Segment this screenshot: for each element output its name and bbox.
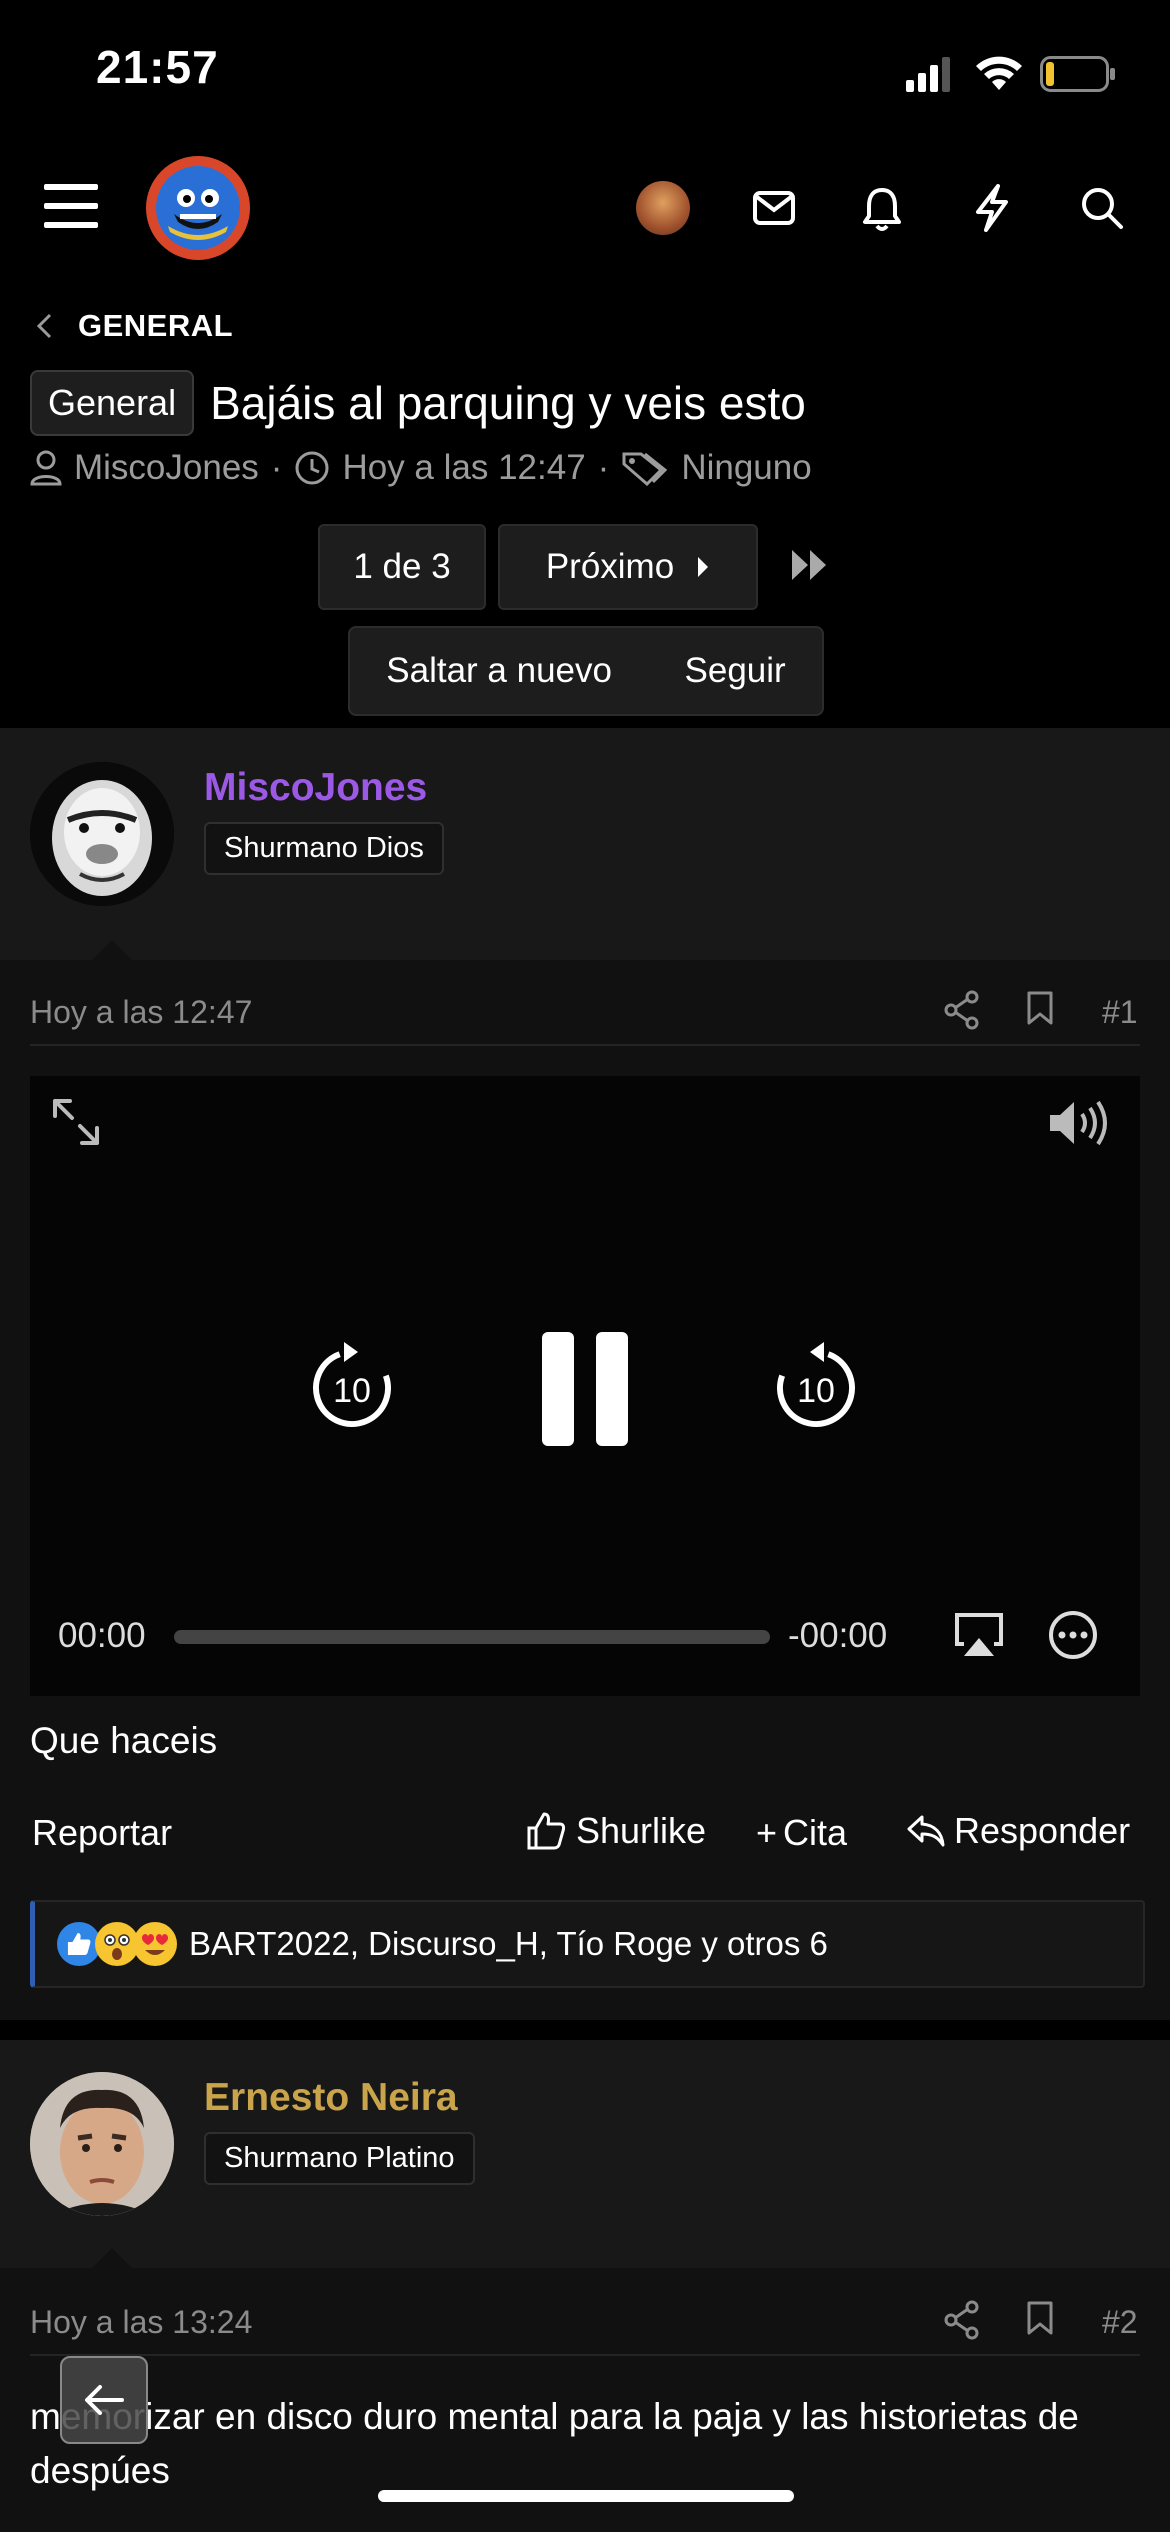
like-button[interactable]: Shurlike [526, 1810, 706, 1852]
quote-button[interactable]: + Cita [756, 1812, 847, 1854]
lightning-icon[interactable] [972, 184, 1012, 232]
jump-new-button[interactable]: Saltar a nuevo [386, 651, 612, 691]
thread-author[interactable]: MiscoJones [74, 448, 259, 488]
post-divider [30, 1044, 1140, 1046]
caret-right-icon [698, 557, 709, 577]
home-indicator [378, 2490, 794, 2502]
arrow-left-icon [85, 2385, 124, 2415]
airplay-icon[interactable] [954, 1612, 1004, 1658]
thread-action-group: Saltar a nuevo Seguir [348, 626, 824, 716]
page-indicator[interactable]: 1 de 3 [318, 524, 486, 610]
bookmark-icon[interactable] [1026, 990, 1054, 1026]
post-date[interactable]: Hoy a las 13:24 [30, 2304, 252, 2341]
thread-tags[interactable]: Ninguno [681, 448, 811, 488]
post-number[interactable]: #2 [1102, 2304, 1138, 2341]
post-divider [30, 2354, 1140, 2356]
plus-icon: + [756, 1812, 778, 1853]
thumbs-up-icon [527, 1812, 566, 1850]
battery-icon [1040, 56, 1116, 92]
reply-button[interactable]: Responder [906, 1810, 1130, 1852]
wifi-icon [974, 54, 1024, 92]
rewind-10-icon[interactable]: 10 [310, 1340, 394, 1430]
thread-meta: MiscoJones · Hoy a las 12:47 · Ninguno [30, 448, 812, 488]
prefix-badge[interactable]: General [30, 370, 195, 436]
like-label: Shurlike [576, 1810, 707, 1851]
bell-icon[interactable] [862, 186, 902, 232]
breadcrumb[interactable]: GENERAL [36, 308, 233, 344]
site-logo[interactable] [146, 156, 250, 260]
post-username[interactable]: MiscoJones [204, 766, 427, 810]
post-content: memorizar en disco duro mental para la p… [30, 2396, 1079, 2491]
thread-title-row: General Bajáis al parquing y veis esto [30, 370, 806, 436]
chevron-left-icon [36, 313, 52, 339]
page-indicator-label: 1 de 3 [353, 547, 451, 586]
follow-button[interactable]: Seguir [685, 651, 786, 691]
reactions-bar[interactable]: BART2022, Discurso_H, Tío Roge y otros 6 [30, 1900, 1145, 1988]
mail-icon[interactable] [752, 190, 796, 226]
user-avatar[interactable] [636, 181, 690, 235]
status-time: 21:57 [96, 41, 219, 93]
search-icon[interactable] [1080, 186, 1124, 230]
post-separator [0, 2020, 1170, 2040]
thread-title: Bajáis al parquing y veis esto [210, 377, 806, 429]
post-date[interactable]: Hoy a las 12:47 [30, 994, 252, 1031]
report-button[interactable]: Reportar [32, 1812, 172, 1854]
more-options-icon[interactable] [1048, 1610, 1098, 1660]
pause-icon[interactable] [540, 1330, 630, 1448]
post-username[interactable]: Ernesto Neira [204, 2076, 458, 2120]
next-page-button[interactable]: Próximo [498, 524, 758, 610]
thread-time: Hoy a las 12:47 [342, 448, 586, 487]
next-page-label: Próximo [545, 547, 675, 586]
love-reaction-icon [133, 1922, 177, 1966]
back-button[interactable] [60, 2356, 148, 2444]
signal-icon [906, 56, 954, 92]
video-remaining: -00:00 [788, 1616, 888, 1655]
video-elapsed: 00:00 [58, 1616, 146, 1655]
volume-icon[interactable] [1048, 1098, 1116, 1148]
user-icon [30, 450, 62, 486]
video-progress-bar[interactable] [174, 1630, 770, 1644]
svg-text:10: 10 [333, 1372, 371, 1410]
avatar[interactable] [30, 762, 174, 906]
last-page-icon[interactable] [790, 548, 830, 582]
avatar[interactable] [30, 2072, 174, 2216]
user-title-badge: Shurmano Dios [204, 822, 444, 875]
clock-icon [295, 451, 329, 485]
breadcrumb-label: GENERAL [78, 308, 234, 343]
forward-10-icon[interactable]: 10 [774, 1340, 858, 1430]
reactions-text: BART2022, Discurso_H, Tío Roge y otros 6 [189, 1925, 828, 1962]
menu-icon[interactable] [44, 184, 98, 228]
tag-icon [622, 452, 668, 486]
meta-separator: · [270, 448, 283, 487]
reply-label: Responder [954, 1810, 1131, 1851]
post-content: Que haceis [30, 1720, 218, 1761]
fullscreen-icon[interactable] [52, 1098, 100, 1146]
meta-separator: · [597, 448, 610, 487]
svg-text:10: 10 [797, 1372, 835, 1410]
reply-icon [907, 1815, 945, 1847]
bookmark-icon[interactable] [1026, 2300, 1054, 2336]
user-title-badge: Shurmano Platino [204, 2132, 475, 2185]
quote-label: Cita [783, 1812, 848, 1853]
share-icon[interactable] [944, 990, 980, 1030]
post-number[interactable]: #1 [1102, 994, 1138, 1031]
share-icon[interactable] [944, 2300, 980, 2340]
